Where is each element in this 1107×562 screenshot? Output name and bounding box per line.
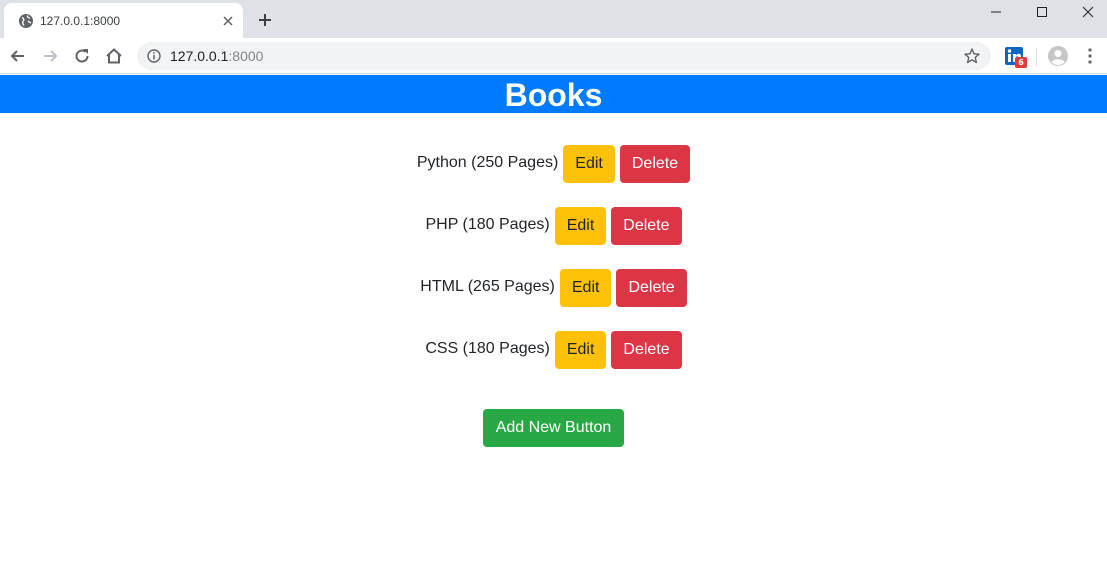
minimize-icon: [991, 11, 1001, 13]
home-icon[interactable]: [104, 46, 124, 66]
back-arrow-icon[interactable]: [8, 46, 28, 66]
delete-button[interactable]: Delete: [616, 269, 687, 307]
edit-button[interactable]: Edit: [559, 269, 612, 307]
url-host: 127.0.0.1: [170, 48, 229, 64]
kebab-menu-icon[interactable]: [1084, 47, 1096, 65]
book-title: Python (250 Pages): [416, 153, 559, 171]
extension-badge: 6: [1015, 57, 1027, 68]
book-title: CSS (180 Pages): [425, 339, 550, 357]
browser-tab[interactable]: 127.0.0.1:8000: [4, 3, 243, 38]
edit-button[interactable]: Edit: [563, 145, 615, 183]
minimize-button[interactable]: [973, 0, 1019, 24]
delete-button[interactable]: Delete: [619, 145, 691, 183]
info-icon[interactable]: [147, 49, 161, 63]
reload-icon[interactable]: [72, 46, 92, 66]
forward-arrow-icon[interactable]: [40, 46, 60, 66]
edit-button[interactable]: Edit: [554, 331, 607, 369]
delete-button[interactable]: Delete: [611, 207, 682, 245]
new-tab-icon[interactable]: [256, 11, 274, 29]
book-title: PHP (180 Pages): [425, 215, 550, 233]
list-item: Python (250 Pages) Edit Delete: [0, 145, 1107, 183]
book-list: Python (250 Pages) Edit Delete PHP (180 …: [0, 145, 1107, 393]
list-item: HTML (265 Pages) Edit Delete: [0, 269, 1107, 307]
tab-strip: 127.0.0.1:8000: [0, 0, 1107, 38]
globe-icon: [19, 14, 33, 28]
close-tab-icon[interactable]: [220, 13, 236, 29]
page-title: Books: [0, 75, 1107, 113]
profile-avatar-icon[interactable]: [1047, 45, 1069, 67]
toolbar-divider: [1036, 48, 1037, 66]
book-title: HTML (265 Pages): [420, 277, 555, 295]
list-item: CSS (180 Pages) Edit Delete: [0, 331, 1107, 369]
bookmark-star-icon[interactable]: [963, 47, 981, 65]
add-section: Add New Button: [0, 409, 1107, 447]
edit-button[interactable]: Edit: [554, 207, 607, 245]
delete-button[interactable]: Delete: [611, 331, 682, 369]
list-item: PHP (180 Pages) Edit Delete: [0, 207, 1107, 245]
address-bar[interactable]: 127.0.0.1:8000: [137, 42, 991, 70]
maximize-icon: [1037, 7, 1047, 17]
tab-title: 127.0.0.1:8000: [40, 14, 121, 28]
close-window-button[interactable]: [1065, 0, 1107, 24]
browser-toolbar: 127.0.0.1:8000 6: [0, 38, 1107, 74]
add-new-button[interactable]: Add New Button: [482, 409, 625, 447]
url-port: :8000: [228, 48, 264, 64]
url-text: 127.0.0.1:8000: [170, 49, 263, 63]
maximize-button[interactable]: [1019, 0, 1065, 24]
close-icon: [1082, 6, 1094, 18]
